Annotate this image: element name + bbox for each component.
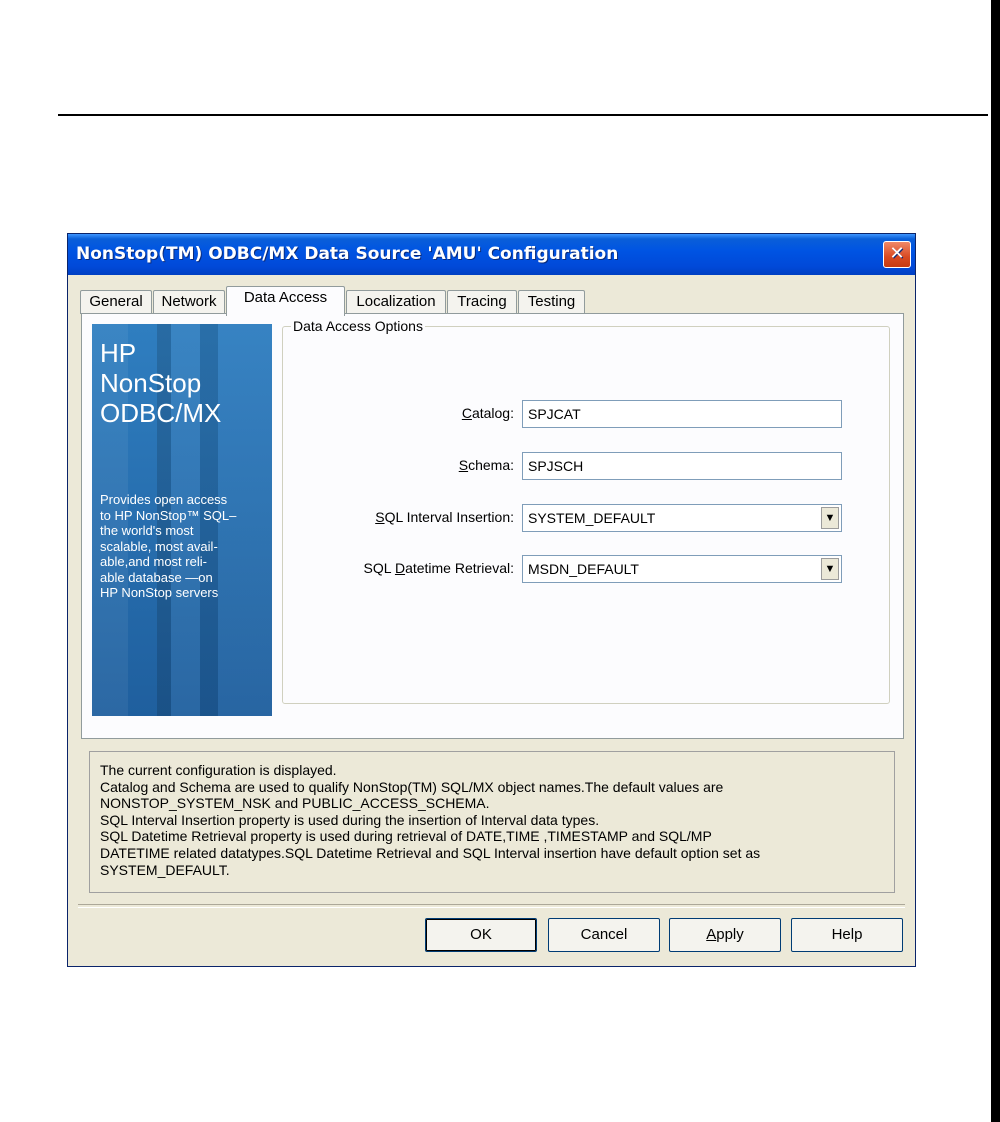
ok-button[interactable]: OK: [425, 918, 537, 952]
data-access-panel: HP NonStop ODBC/MX Provides open access …: [81, 313, 904, 739]
tab-tracing[interactable]: Tracing: [447, 290, 517, 314]
tab-general[interactable]: General: [80, 290, 152, 314]
datetime-retrieval-select[interactable]: MSDN_DEFAULT ▼: [522, 555, 842, 583]
help-button[interactable]: Help: [791, 918, 903, 952]
tab-network[interactable]: Network: [153, 290, 225, 314]
tab-data-access[interactable]: Data Access: [226, 286, 345, 316]
tab-localization[interactable]: Localization: [346, 290, 446, 314]
interval-insertion-label: SQL Interval Insertion:: [375, 509, 514, 525]
dialog-titlebar[interactable]: NonStop(TM) ODBC/MX Data Source 'AMU' Co…: [68, 234, 915, 275]
interval-insertion-select[interactable]: SYSTEM_DEFAULT ▼: [522, 504, 842, 532]
datetime-retrieval-label: SQL Datetime Retrieval:: [363, 560, 514, 576]
apply-button[interactable]: Apply: [669, 918, 781, 952]
chevron-down-icon[interactable]: ▼: [821, 558, 839, 580]
button-separator: [78, 904, 905, 908]
datetime-retrieval-value: MSDN_DEFAULT: [528, 561, 639, 577]
tab-testing[interactable]: Testing: [518, 290, 585, 314]
dialog-title: NonStop(TM) ODBC/MX Data Source 'AMU' Co…: [76, 244, 619, 264]
banner-title: HP NonStop ODBC/MX: [100, 338, 222, 428]
config-dialog: NonStop(TM) ODBC/MX Data Source 'AMU' Co…: [67, 233, 916, 967]
status-description: The current configuration is displayed. …: [89, 751, 895, 893]
chevron-down-icon[interactable]: ▼: [821, 507, 839, 529]
catalog-field[interactable]: SPJCAT: [522, 400, 842, 428]
page-rule: [58, 114, 988, 116]
close-icon[interactable]: ✕: [883, 241, 911, 268]
banner-description: Provides open access to HP NonStop™ SQL–…: [100, 492, 237, 600]
data-access-options-group: Data Access Options Catalog: SPJCAT Sche…: [282, 318, 890, 704]
interval-insertion-value: SYSTEM_DEFAULT: [528, 510, 656, 526]
schema-label: Schema:: [458, 457, 514, 473]
cancel-button[interactable]: Cancel: [548, 918, 660, 952]
schema-field[interactable]: SPJSCH: [522, 452, 842, 480]
group-legend: Data Access Options: [291, 318, 425, 334]
catalog-label: Catalog:: [461, 405, 514, 421]
product-banner: HP NonStop ODBC/MX Provides open access …: [92, 324, 272, 716]
page-edge-bar: [991, 0, 1000, 1122]
